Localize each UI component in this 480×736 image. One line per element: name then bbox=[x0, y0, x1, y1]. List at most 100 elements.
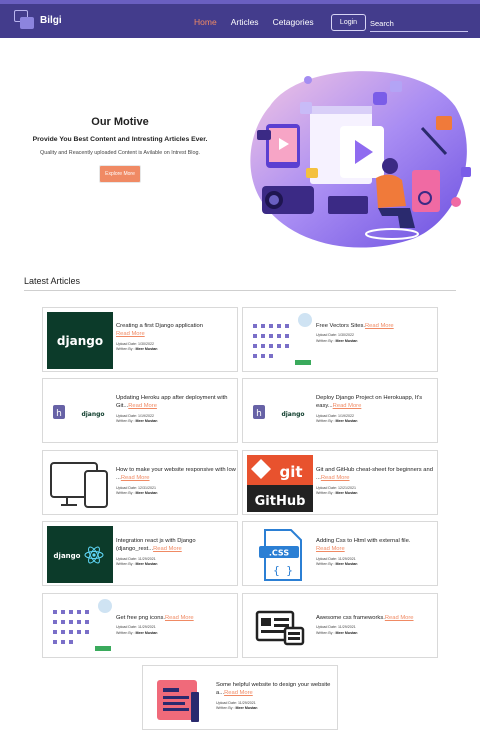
svg-text:GitHub: GitHub bbox=[255, 494, 306, 509]
upload-date-label: Upload Date: bbox=[116, 413, 137, 418]
search-input[interactable] bbox=[370, 16, 468, 32]
upload-date-label: Upload Date: bbox=[216, 700, 237, 705]
author-name: Meer Mustan bbox=[335, 338, 358, 343]
svg-text:django: django bbox=[281, 411, 304, 418]
hero-title: Our Motive bbox=[91, 116, 149, 128]
author-label: Written By : bbox=[116, 347, 135, 352]
hero-illustration bbox=[250, 71, 471, 248]
article-card[interactable]: h django Deploy Django Project on Heroku… bbox=[242, 378, 438, 443]
author-name: Meer Mustan bbox=[235, 706, 258, 711]
read-more-link[interactable]: Read More bbox=[321, 475, 350, 481]
navbar: Bilgi Home Articles Cetagories Login bbox=[0, 0, 480, 38]
brand[interactable]: Bilgi bbox=[14, 10, 62, 30]
upload-date: 11/29/2021 bbox=[137, 556, 156, 561]
author-label: Written By : bbox=[316, 562, 335, 567]
upload-date-label: Upload Date: bbox=[116, 341, 137, 346]
responsive-devices-icon bbox=[47, 455, 113, 512]
upload-date: 12/31/2021 bbox=[137, 485, 156, 490]
django-logo-icon: django bbox=[47, 312, 113, 369]
author-name: Meer Mustan bbox=[335, 630, 358, 635]
brand-logo-icon bbox=[14, 10, 34, 30]
read-more-link[interactable]: Read More bbox=[128, 403, 157, 409]
upload-date-label: Upload Date: bbox=[316, 625, 337, 630]
svg-text:h: h bbox=[56, 409, 62, 419]
read-more-link[interactable]: Read More bbox=[121, 475, 150, 481]
article-card[interactable]: Get free png icons.Read More Upload Date… bbox=[42, 593, 238, 658]
read-more-link[interactable]: Read More bbox=[224, 690, 253, 696]
article-card[interactable]: django Creating a first Django applicati… bbox=[42, 307, 238, 372]
upload-date: 11/29/2021 bbox=[237, 700, 256, 705]
upload-date: 1/19/2022 bbox=[337, 413, 354, 418]
upload-date: 11/29/2021 bbox=[337, 556, 356, 561]
svg-text:git: git bbox=[279, 463, 302, 481]
heroku-django-icon: h django bbox=[247, 383, 313, 440]
article-title: Adding Css to Html with external file. bbox=[316, 538, 411, 544]
article-title: Get free png icons. bbox=[116, 615, 165, 621]
django-react-icon: django bbox=[47, 526, 113, 583]
nav-home[interactable]: Home bbox=[194, 17, 217, 27]
article-card[interactable]: .CSS { } Adding Css to Html with externa… bbox=[242, 521, 438, 586]
upload-date: 1/30/2022 bbox=[337, 333, 354, 338]
nav-categories[interactable]: Cetagories bbox=[273, 17, 314, 27]
author-label: Written By : bbox=[116, 630, 135, 635]
author-label: Written By : bbox=[116, 562, 135, 567]
svg-text:django: django bbox=[81, 411, 104, 418]
author-name: Meer Mustan bbox=[335, 491, 358, 496]
icon-grid-icon bbox=[47, 598, 113, 655]
svg-text:.CSS: .CSS bbox=[269, 549, 289, 558]
author-name: Meer Mustan bbox=[135, 347, 158, 352]
author-label: Written By : bbox=[116, 419, 135, 424]
read-more-link[interactable]: Read More bbox=[365, 323, 394, 329]
upload-date: 1/30/2022 bbox=[137, 341, 154, 346]
explore-more-button[interactable]: Explore More bbox=[99, 165, 141, 183]
article-card[interactable]: Some helpful website to design your webs… bbox=[142, 665, 338, 730]
author-label: Written By : bbox=[316, 630, 335, 635]
upload-date-label: Upload Date: bbox=[316, 485, 337, 490]
article-card[interactable]: Awesome css frameworks.Read More Upload … bbox=[242, 593, 438, 658]
read-more-link[interactable]: Read More bbox=[153, 546, 182, 552]
author-name: Meer Mustan bbox=[135, 491, 158, 496]
author-name: Meer Mustan bbox=[135, 630, 158, 635]
author-name: Meer Mustan bbox=[335, 419, 358, 424]
article-card[interactable]: git GitHub Git and GitHub cheat-sheet fo… bbox=[242, 450, 438, 515]
css-file-icon: .CSS { } bbox=[247, 526, 313, 583]
author-label: Written By : bbox=[316, 338, 335, 343]
article-card[interactable]: django Integration react js with Django … bbox=[42, 521, 238, 586]
author-label: Written By : bbox=[116, 491, 135, 496]
upload-date: 1/19/2022 bbox=[137, 413, 154, 418]
article-title: Free Vectors Sites. bbox=[316, 323, 365, 329]
upload-date-label: Upload Date: bbox=[316, 413, 337, 418]
author-name: Meer Mustan bbox=[335, 562, 358, 567]
article-card[interactable]: How to make your website responsive with… bbox=[42, 450, 238, 515]
read-more-link[interactable]: Read More bbox=[385, 615, 414, 621]
upload-date: 11/29/2021 bbox=[337, 625, 356, 630]
hero-description: Quality and Reacently uploaded Content i… bbox=[40, 150, 200, 156]
nav-links: Home Articles Cetagories bbox=[194, 17, 314, 27]
hero-subtitle: Provide You Best Content and Intresting … bbox=[32, 136, 208, 143]
upload-date-label: Upload Date: bbox=[316, 556, 337, 561]
svg-text:{ }: { } bbox=[273, 564, 293, 577]
upload-date: 11/29/2021 bbox=[137, 625, 156, 630]
icon-grid-icon bbox=[247, 312, 313, 369]
read-more-link[interactable]: Read More bbox=[165, 615, 194, 621]
read-more-link[interactable]: Read More bbox=[333, 403, 362, 409]
svg-text:django: django bbox=[54, 552, 81, 560]
upload-date-label: Upload Date: bbox=[116, 485, 137, 490]
article-card[interactable]: Free Vectors Sites.Read More Upload Date… bbox=[242, 307, 438, 372]
author-label: Written By : bbox=[316, 491, 335, 496]
login-button[interactable]: Login bbox=[331, 14, 366, 31]
read-more-link[interactable]: Read More bbox=[116, 331, 145, 337]
heroku-django-icon: h django bbox=[47, 383, 113, 440]
author-label: Written By : bbox=[316, 419, 335, 424]
nav-articles[interactable]: Articles bbox=[231, 17, 259, 27]
article-card[interactable]: h django Updating Heroku app after deplo… bbox=[42, 378, 238, 443]
hero-section: Our Motive Provide You Best Content and … bbox=[20, 116, 220, 183]
brand-name: Bilgi bbox=[40, 14, 62, 26]
upload-date: 12/21/2021 bbox=[337, 485, 356, 490]
upload-date-label: Upload Date: bbox=[116, 556, 137, 561]
section-divider bbox=[24, 290, 456, 291]
design-document-icon bbox=[147, 670, 213, 727]
upload-date-label: Upload Date: bbox=[116, 625, 137, 630]
author-label: Written By : bbox=[216, 706, 235, 711]
read-more-link[interactable]: Read More bbox=[316, 546, 345, 552]
